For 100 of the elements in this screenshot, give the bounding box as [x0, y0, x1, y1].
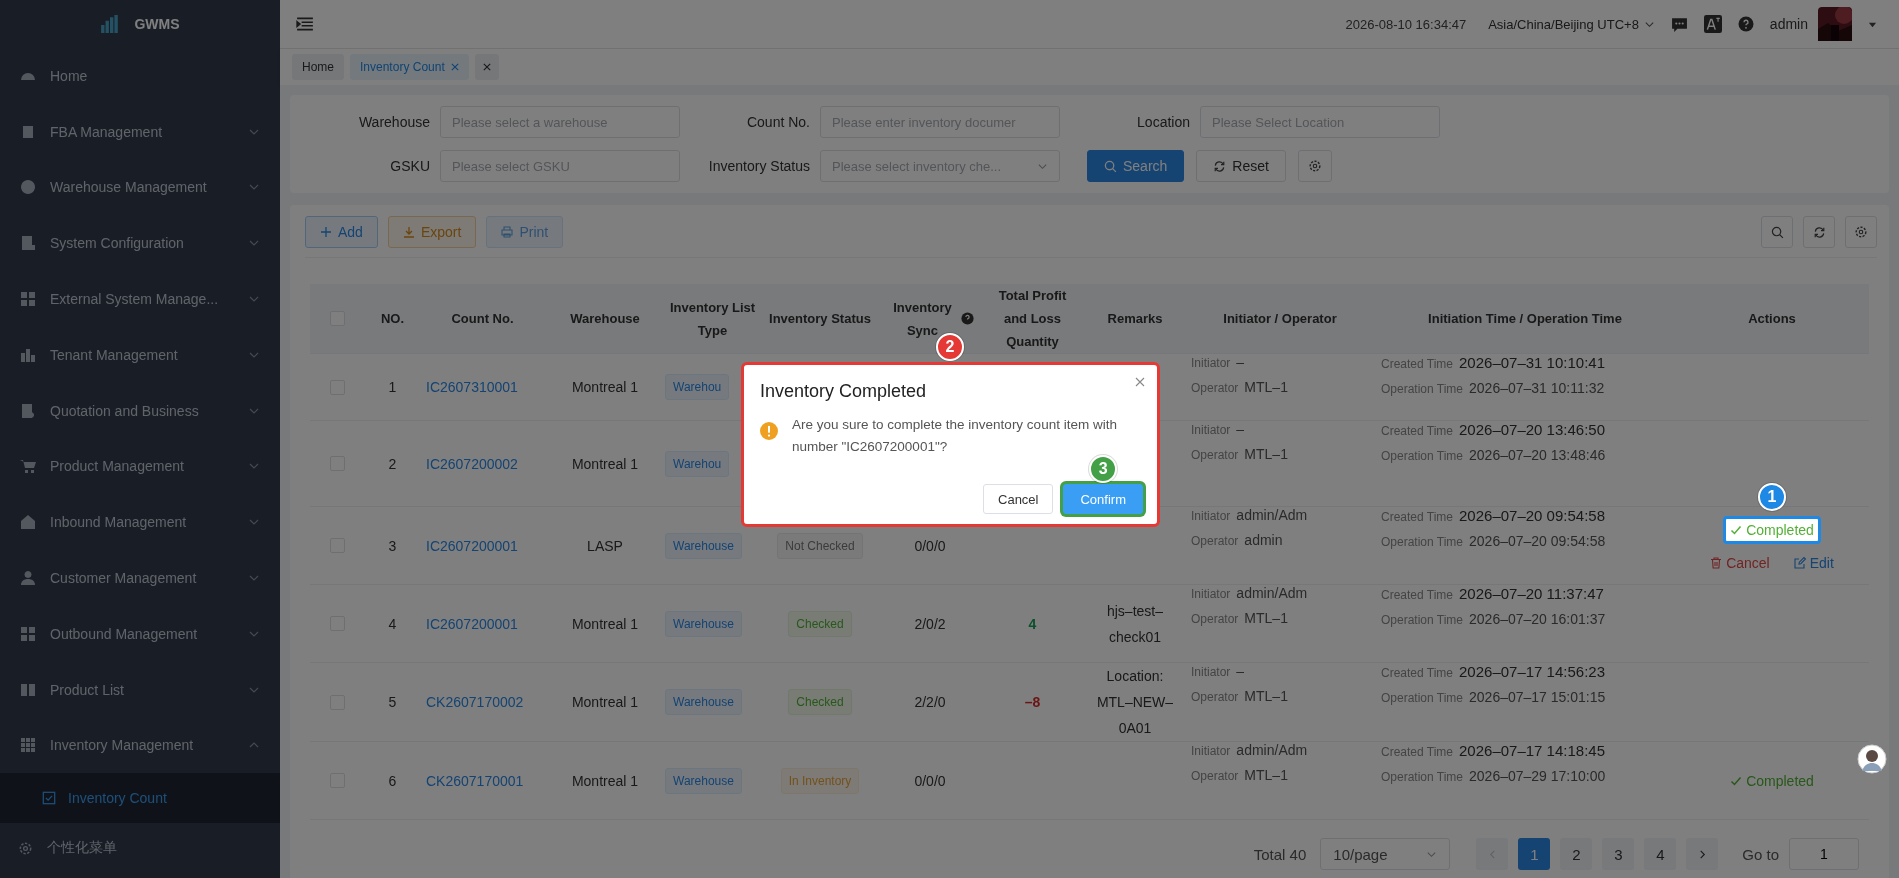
reset-button[interactable]: Reset [1196, 150, 1286, 182]
sidebar-item[interactable]: Outbound Management [0, 605, 280, 662]
close-icon[interactable] [1135, 377, 1145, 387]
printer-icon [501, 226, 514, 238]
search-button[interactable] [1761, 216, 1793, 248]
user-name[interactable]: admin [1769, 16, 1808, 32]
type-tag: Warehouse [665, 532, 742, 559]
page-button[interactable]: 4 [1644, 838, 1677, 870]
sidebar-item[interactable]: Quotation and Business [0, 382, 280, 439]
sidebar-item[interactable]: Product List [0, 661, 280, 718]
count-link[interactable]: CK2607170002 [426, 694, 524, 710]
sidebar-item[interactable]: Home [0, 48, 280, 104]
help-icon[interactable] [1737, 16, 1754, 32]
complete-button[interactable]: Completed [1724, 767, 1820, 794]
sidebar-item[interactable]: FBA Management [0, 103, 280, 160]
close-icon [482, 63, 491, 71]
page-size-select[interactable]: 10/page [1320, 838, 1451, 870]
page-input[interactable]: 1 [1789, 838, 1859, 870]
table-cell: 4 [388, 615, 397, 632]
field-label: Inventory Status [707, 158, 810, 174]
edit-button[interactable]: Edit [1787, 549, 1840, 576]
warning-icon [760, 422, 778, 440]
type-tag: Warehouse [665, 689, 742, 715]
document-icon [20, 235, 36, 252]
sidebar-item[interactable]: Tenant Management [0, 327, 280, 383]
table-cell: 0/0/0 [914, 537, 946, 554]
translate-icon[interactable] [1703, 15, 1722, 33]
field-label: Initiator [1191, 665, 1231, 679]
status-tag: Not Checked [777, 532, 863, 559]
type-tag: Warehou [665, 450, 730, 477]
field-label: Operator [1191, 612, 1239, 626]
field-label: Initiator [1191, 744, 1231, 758]
table-cell: 2/0/2 [914, 615, 946, 632]
next-page-button[interactable] [1686, 838, 1719, 870]
sidebar-subitem[interactable]: Inventory Count [0, 773, 280, 824]
table-cell-text: hjs–test–check01 [1105, 601, 1164, 647]
sidebar-item[interactable]: 个性化菜单 [0, 823, 280, 874]
settings-button[interactable] [1845, 216, 1877, 248]
count-link[interactable]: IC2607200002 [426, 455, 518, 472]
type-tag: Warehouse [665, 610, 742, 637]
field-label: Created Time [1381, 424, 1454, 438]
close-icon[interactable] [450, 63, 459, 71]
sidebar-item[interactable]: System Configuration [0, 215, 280, 272]
count-link[interactable]: IC2607200001 [426, 537, 518, 554]
column-header: Inventory Status [769, 310, 871, 328]
sidebar-item[interactable]: Customer Management [0, 550, 280, 606]
count-link[interactable]: IC2607200001 [426, 615, 518, 632]
table-cell: – [1236, 421, 1245, 437]
trash-icon [1710, 556, 1723, 569]
field-label: Initiator [1191, 509, 1231, 523]
table-cell: Montreal 1 [571, 694, 639, 710]
page-tab[interactable]: Home [292, 54, 344, 80]
table-cell: Montreal 1 [571, 772, 639, 789]
count-link[interactable]: CK2607170001 [426, 772, 524, 789]
page-tab[interactable]: Inventory Count [350, 54, 469, 80]
table-cell: 2026–07–20 09:54:58 [1459, 507, 1605, 524]
checkbox-icon [42, 791, 56, 806]
field-label: Warehouse [357, 114, 430, 130]
table-cell: 2 [388, 455, 397, 472]
status-tag: Checked [788, 610, 852, 637]
sidebar-item[interactable]: Warehouse Management [0, 159, 280, 216]
table-cell: MTL–1 [1244, 688, 1288, 704]
sidebar-item[interactable]: Product Management [0, 438, 280, 495]
page-button[interactable]: 2 [1560, 838, 1593, 870]
field-label: Created Time [1381, 357, 1454, 371]
plus-icon [320, 226, 332, 238]
settings-button[interactable] [1297, 150, 1332, 182]
menu-icon[interactable] [296, 15, 314, 33]
timezone-select[interactable]: Asia/China/Beijing UTC+8 [1488, 16, 1655, 32]
brand-name: GWMS [134, 16, 180, 32]
field-label: Operation Time [1381, 770, 1464, 784]
add-button[interactable]: Add [305, 216, 378, 248]
count-link[interactable]: IC2607310001 [426, 379, 518, 395]
sidebar-item[interactable]: External System Manage... [0, 271, 280, 327]
date-time: 2026-08-10 16:34:47 [1345, 16, 1467, 32]
table-cell: 2026–07–31 10:10:41 [1459, 354, 1605, 371]
chat-icon[interactable] [1670, 15, 1688, 33]
table-cell: admin/Adm [1236, 507, 1308, 523]
sidebar-item[interactable]: Inbound Management [0, 494, 280, 551]
settings-icon [18, 840, 33, 856]
refresh-button[interactable] [1803, 216, 1835, 248]
column-header: Inventory List Type [668, 298, 757, 340]
page-button[interactable]: 3 [1602, 838, 1635, 870]
search-button[interactable]: Search [1087, 150, 1185, 182]
export-button[interactable]: Export [387, 216, 477, 248]
cancel-button[interactable]: Cancel [1704, 549, 1776, 576]
close-tabs-button[interactable] [474, 54, 499, 80]
table-cell: –8 [1024, 694, 1041, 710]
download-icon [402, 226, 415, 238]
table-cell: 4 [1028, 615, 1037, 632]
field-label: Initiator [1191, 423, 1231, 437]
table-cell: – [1236, 354, 1245, 370]
table-cell: 2026–07–20 09:54:58 [1469, 533, 1606, 549]
page-button[interactable]: 1 [1518, 838, 1551, 870]
table-cell: 0/0/0 [914, 772, 946, 789]
assistant-avatar[interactable] [1857, 744, 1887, 774]
cancel-button[interactable]: Cancel [983, 484, 1054, 514]
goto-label: Go to [1742, 845, 1779, 863]
chevron-icon [1697, 849, 1707, 859]
table-cell: 2026–07–20 11:37:47 [1459, 585, 1604, 602]
